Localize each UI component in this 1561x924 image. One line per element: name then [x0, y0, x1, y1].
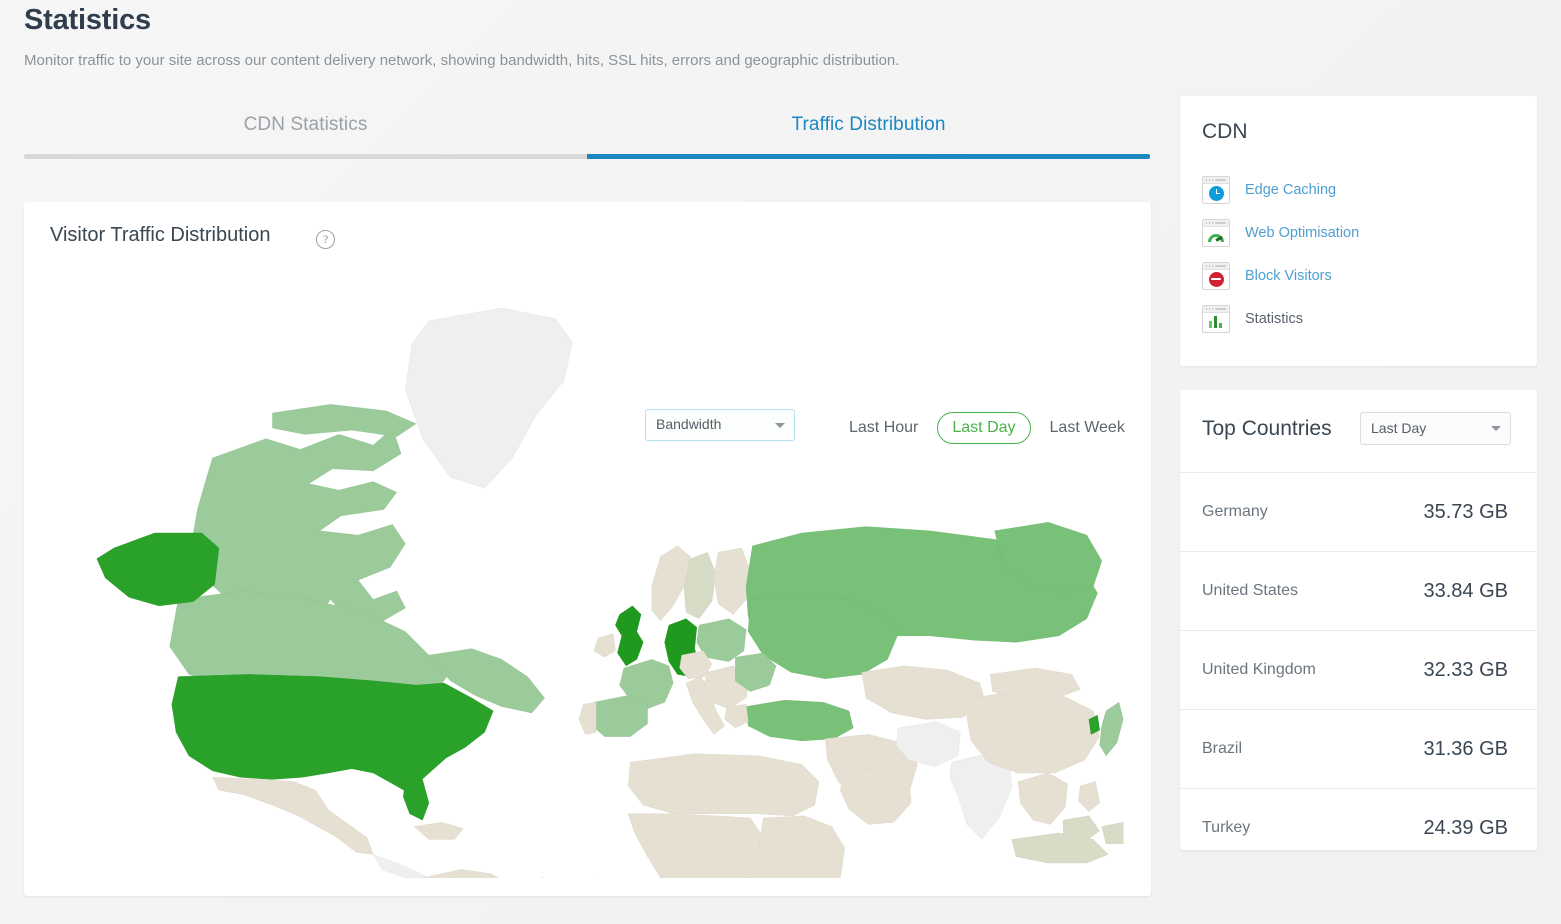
question-mark-icon[interactable]: ? [316, 230, 335, 249]
region-portugal[interactable] [578, 702, 597, 735]
cdn-item-web-optimisation[interactable]: Web Optimisation [1202, 211, 1512, 254]
country-value: 32.33 GB [1423, 658, 1508, 681]
tab-list: CDN Statistics Traffic Distribution [24, 104, 1150, 154]
country-name: Brazil [1202, 740, 1243, 757]
world-map[interactable] [50, 278, 1125, 878]
country-name: United States [1202, 582, 1299, 599]
tab-cdn-statistics[interactable]: CDN Statistics [24, 104, 587, 154]
cdn-item-statistics[interactable]: Statistics [1202, 297, 1512, 340]
region-finland[interactable] [713, 547, 751, 615]
country-name: Germany [1202, 503, 1268, 520]
top-countries-title: Top Countries [1202, 417, 1332, 440]
tab-bar: CDN Statistics Traffic Distribution [24, 104, 1150, 164]
tab-traffic-distribution[interactable]: Traffic Distribution [587, 104, 1150, 154]
page-subtitle: Monitor traffic to your site across our … [24, 52, 900, 69]
country-value: 35.73 GB [1423, 500, 1508, 523]
region-turkey[interactable] [745, 699, 854, 742]
region-central-america[interactable] [372, 854, 430, 878]
region-greece[interactable] [724, 704, 749, 729]
table-row[interactable]: United Kingdom 32.33 GB [1180, 630, 1537, 709]
no-entry-icon [1202, 261, 1230, 290]
tab-underline-inactive [24, 154, 587, 159]
table-row[interactable]: United States 33.84 GB [1180, 551, 1537, 630]
country-value: 33.84 GB [1423, 579, 1508, 602]
region-west-africa[interactable] [627, 813, 764, 878]
region-alaska[interactable] [96, 532, 220, 607]
cdn-item-label: Block Visitors [1245, 267, 1332, 284]
region-papua-new-guinea[interactable] [1101, 822, 1124, 844]
page-title: Statistics [24, 4, 151, 36]
cdn-panel: CDN Edge Caching Web Optimisation Block … [1180, 96, 1537, 366]
country-value: 31.36 GB [1423, 737, 1508, 760]
cdn-item-label: Statistics [1245, 310, 1304, 327]
country-value: 24.39 GB [1423, 816, 1508, 839]
top-countries-range-select[interactable]: Last Day [1360, 412, 1511, 445]
top-countries-range-value: Last Day [1371, 420, 1427, 436]
cdn-panel-title: CDN [1202, 120, 1248, 143]
clock-icon [1202, 175, 1230, 204]
region-mexico[interactable] [212, 777, 374, 855]
statistics-page: Statistics Monitor traffic to your site … [0, 0, 1561, 924]
cdn-item-label: Edge Caching [1245, 181, 1337, 198]
map-card-header: Visitor Traffic Distribution ? [24, 202, 1151, 274]
table-row[interactable]: Germany 35.73 GB [1180, 472, 1537, 551]
region-us-florida[interactable] [403, 779, 430, 821]
region-canada-arctic-isles[interactable] [272, 404, 417, 437]
country-name: Turkey [1202, 819, 1251, 836]
tab-underline [24, 154, 1150, 159]
region-indonesia[interactable] [1011, 832, 1109, 864]
country-name: United Kingdom [1202, 661, 1316, 678]
cdn-link-list: Edge Caching Web Optimisation Block Visi… [1202, 168, 1512, 340]
chevron-down-icon [1491, 426, 1501, 431]
region-china[interactable] [966, 689, 1100, 774]
top-countries-header: Top Countries Last Day [1180, 390, 1537, 472]
region-united-kingdom[interactable] [615, 605, 644, 667]
top-countries-panel: Top Countries Last Day Germany 35.73 GB … [1180, 390, 1537, 850]
world-map-svg[interactable] [50, 278, 1125, 878]
region-caribbean[interactable] [413, 822, 464, 840]
region-philippines[interactable] [1078, 781, 1100, 812]
region-japan[interactable] [1099, 701, 1124, 757]
bar-chart-icon [1202, 304, 1230, 333]
region-greenland[interactable] [405, 307, 573, 489]
region-saudi-arabia[interactable] [840, 766, 912, 825]
cdn-item-label: Web Optimisation [1245, 224, 1360, 241]
region-southeast-asia[interactable] [1018, 772, 1068, 825]
region-north-africa[interactable] [628, 753, 820, 817]
region-united-states[interactable] [171, 674, 494, 793]
region-ireland[interactable] [593, 633, 616, 658]
tab-underline-active [587, 154, 1150, 159]
region-colombia-venezuela[interactable] [422, 869, 511, 878]
gauge-icon [1202, 218, 1230, 247]
table-row[interactable]: Turkey 24.39 GB [1180, 788, 1537, 867]
region-spain[interactable] [589, 695, 648, 737]
cdn-item-edge-caching[interactable]: Edge Caching [1202, 168, 1512, 211]
region-central-asia[interactable] [861, 665, 987, 720]
table-row[interactable]: Brazil 31.36 GB [1180, 709, 1537, 788]
cdn-item-block-visitors[interactable]: Block Visitors [1202, 254, 1512, 297]
visitor-traffic-card: Visitor Traffic Distribution ? Bandwidth… [24, 202, 1151, 896]
map-card-title: Visitor Traffic Distribution [50, 224, 271, 246]
region-mongolia[interactable] [990, 667, 1081, 699]
